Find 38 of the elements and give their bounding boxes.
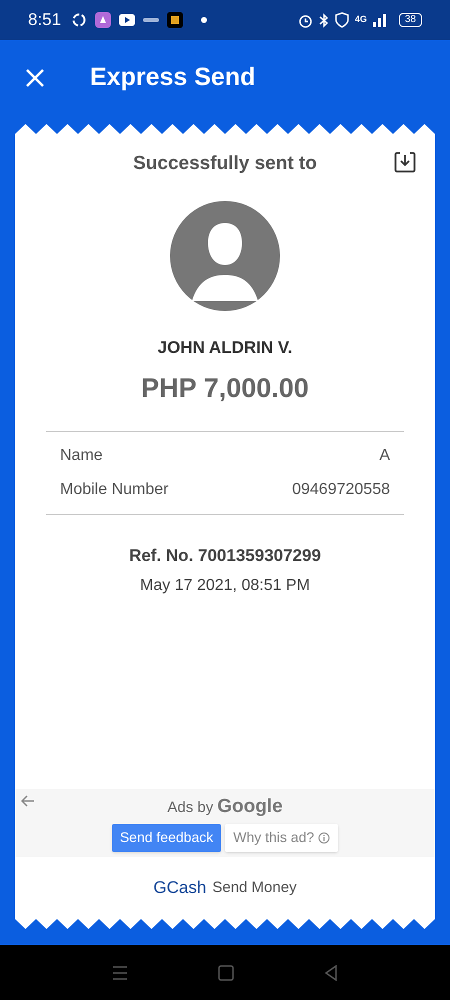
download-button[interactable]	[393, 150, 417, 174]
google-label: Google	[217, 795, 283, 819]
app-icon	[95, 12, 112, 28]
alarm-icon	[298, 12, 313, 28]
reference-number: Ref. No. 7001359307299	[129, 544, 321, 566]
receipt-heading: Successfully sent to	[133, 152, 317, 176]
shield-icon	[334, 12, 349, 28]
dot-icon	[201, 17, 208, 23]
detail-label: Mobile Number	[60, 480, 168, 500]
detail-label: Name	[60, 446, 103, 466]
menu-icon[interactable]	[112, 966, 128, 980]
amount: PHP 7,000.00	[141, 372, 309, 405]
home-icon[interactable]	[218, 964, 234, 980]
close-button[interactable]	[24, 67, 46, 89]
ads-label: Ads by	[167, 798, 214, 818]
signal-icon	[372, 13, 387, 27]
close-icon	[25, 68, 45, 88]
recipient-name: JOHN ALDRIN V.	[158, 336, 292, 358]
why-this-ad-button[interactable]: Why this ad?	[225, 824, 338, 852]
page-title: Express Send	[90, 62, 256, 94]
network-label: 4G	[354, 13, 367, 26]
transaction-date: May 17 2021, 08:51 PM	[140, 576, 310, 596]
detail-value: A	[379, 446, 390, 466]
footer-label: Send Money	[212, 878, 297, 898]
clock: 8:51	[28, 9, 62, 32]
play-icon	[119, 14, 136, 26]
footer-brand: GCash	[153, 877, 206, 900]
battery-indicator: 38	[398, 13, 422, 27]
bluetooth-icon	[318, 12, 329, 28]
download-icon	[393, 150, 417, 174]
back-arrow-icon	[21, 795, 35, 807]
info-icon	[318, 832, 330, 844]
detail-value: 09469720558	[292, 480, 390, 500]
app-icon	[167, 12, 184, 28]
back-icon[interactable]	[324, 964, 338, 980]
send-feedback-button[interactable]: Send feedback	[112, 824, 222, 852]
why-label: Why this ad?	[233, 828, 314, 847]
sync-icon	[71, 12, 88, 28]
